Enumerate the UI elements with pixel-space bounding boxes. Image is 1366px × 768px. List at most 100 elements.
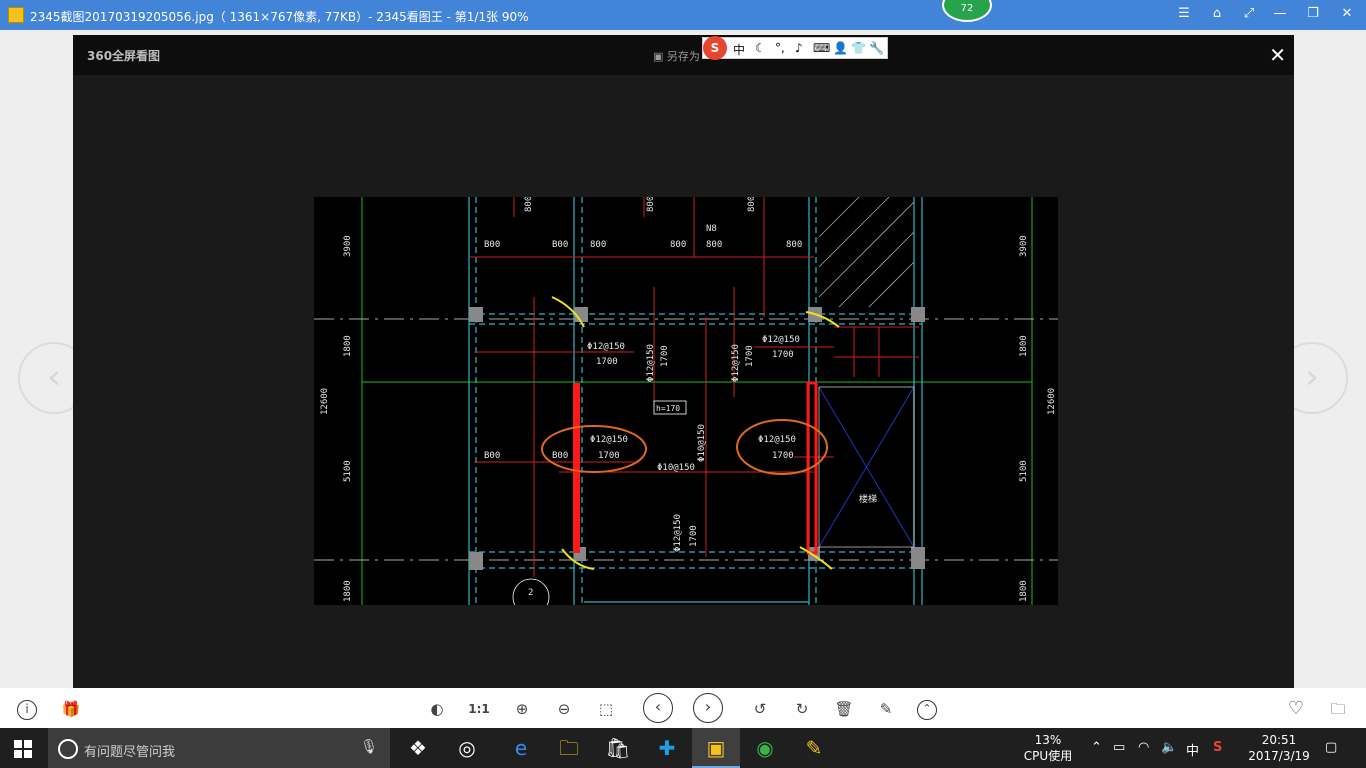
favorite-icon[interactable]: ♡ [1285,698,1307,720]
dim-right-1: 3900 [1019,235,1029,257]
rebar-v3: Φ10@150 [697,424,707,462]
viewer-toolbar: i 🎁 ◐ 1:1 ⊕ ⊖ ⬚ ‹ › ↺ ↻ 🗑 ✎ ⌃ ♡ 🗀 [0,688,1366,728]
top-label-2: 800 [646,197,656,212]
rebar-4-len: 1700 [772,451,794,461]
actual-size-button[interactable]: 1:1 [468,698,490,720]
fullscreen-button[interactable]: ⤢ [1239,6,1259,24]
prev-image-button[interactable]: ‹ [643,693,673,723]
save-as-label: 另存为 [666,50,700,63]
rebar-v2: Φ12@150 [731,344,741,382]
dim-right-4: 5100 [1019,460,1029,482]
rebar-2-len: 1700 [772,350,794,360]
close-button[interactable]: ✕ [1337,6,1357,24]
notes-app-icon[interactable]: ✎ [790,728,838,768]
edit-icon[interactable]: ✎ [875,698,897,720]
row-label-2: B00 [552,240,568,250]
battery-icon[interactable]: ▭ [1113,740,1125,755]
taskbar-search[interactable]: 有问题尽管问我 🎙 [48,728,390,768]
rotate-left-icon[interactable]: ↺ [749,698,771,720]
zoom-in-icon[interactable]: ⊕ [511,698,533,720]
ime-voice-icon[interactable]: ♪ [795,41,803,55]
top-label-3: 800 [747,197,757,212]
slab-thickness: h=170 [656,404,680,413]
teamviewer-icon[interactable]: ✚ [643,728,691,768]
row-label-3: 800 [590,240,606,250]
browser-swirl-icon[interactable]: ◎ [443,728,491,768]
microphone-icon[interactable]: 🎙 [360,739,378,755]
viewer-brand: 360全屏看图 [87,49,161,63]
row-label-4: 800 [670,240,686,250]
ime-tools-icon[interactable]: 🔧 [869,41,884,55]
more-up-button[interactable]: ⌃ [917,700,937,720]
cpu-percent: 13% [1034,733,1062,747]
dim-right-5: 1800 [1019,580,1029,602]
rebar-4: Φ12@150 [758,435,796,445]
rebar-v4: Φ12@150 [673,514,683,552]
ime-skin-icon[interactable]: 👕 [851,41,866,55]
dim-left-3: 12600 [320,388,330,415]
fit-screen-icon[interactable]: ⬚ [595,698,617,720]
volume-icon[interactable]: 🔈 [1161,740,1177,755]
rotate-right-icon[interactable]: ↻ [791,698,813,720]
rebar-v1: Φ12@150 [646,344,656,382]
green-app-icon[interactable]: ◉ [741,728,789,768]
ime-toolbar[interactable]: S 中 ☾ °, ♪ ⌨ 👤 👕 🔧 [702,36,888,60]
windows-start-icon[interactable] [14,740,32,758]
skin-button[interactable]: ⌂ [1207,6,1227,24]
axis-mark: 2 [528,588,533,598]
rebar-1: Φ12@150 [587,342,625,352]
wifi-icon[interactable]: ◠ [1138,740,1149,755]
task-view-icon[interactable]: ❖ [394,728,442,768]
delete-icon[interactable]: 🗑 [833,698,855,720]
menu-button[interactable]: ☰ [1174,6,1194,24]
image-viewer-app-icon[interactable]: ▣ [692,728,740,768]
ime-moon-icon[interactable]: ☾ [755,41,766,55]
rebar-mid: Φ10@150 [657,463,695,473]
info-button[interactable]: i [17,700,37,720]
open-folder-icon[interactable]: 🗀 [1327,698,1349,720]
ime-punct-icon[interactable]: °, [775,41,785,55]
sogou-logo-icon[interactable]: S [703,36,727,60]
store-icon[interactable]: 🛍 [594,728,642,768]
row-label-6: 800 [786,240,802,250]
restore-button[interactable]: ❐ [1303,6,1323,24]
dim-right-2: 1800 [1019,335,1029,357]
next-image-button[interactable]: › [693,693,723,723]
notification-icon[interactable]: ▢ [1325,740,1337,755]
minimize-button[interactable]: — [1270,6,1290,24]
rebar-v4-len: 1700 [689,525,699,547]
close-viewer-button[interactable]: ✕ [1269,43,1286,67]
edge-icon[interactable]: e [497,728,545,768]
dim-right-3: 12600 [1047,388,1057,415]
mouse-mode-icon[interactable]: ◐ [426,698,448,720]
zoom-out-icon[interactable]: ⊖ [553,698,575,720]
search-placeholder: 有问题尽管问我 [84,745,176,760]
rebar-1-len: 1700 [596,357,618,367]
input-mode-indicator[interactable]: 中 [1186,740,1199,759]
cpu-usage: 13% CPU使用 [1022,732,1074,764]
ime-keyboard-icon[interactable]: ⌨ [813,41,830,55]
rebar-3: Φ12@150 [590,435,628,445]
gift-icon[interactable]: 🎁 [60,698,82,720]
n8-label: N8 [706,224,717,234]
dim-left-1: 3900 [343,235,353,257]
clock-date: 2017/3/19 [1248,749,1310,763]
title-bar: 2345截图20170319205056.jpg（ 1361×767像素, 77… [0,0,1366,30]
save-as-button[interactable]: ▣ 另存为 [653,48,700,64]
ime-mode[interactable]: 中 [733,41,745,58]
rebar-v2-len: 1700 [745,345,755,367]
file-explorer-icon[interactable]: 🗀 [545,728,593,768]
viewer-header: 360全屏看图 ▣ 另存为 ✕ [73,35,1294,75]
window-title: 2345截图20170319205056.jpg（ 1361×767像素, 77… [30,10,529,24]
tray-expand-icon[interactable]: ⌃ [1091,740,1102,755]
score-badge[interactable]: 72 [942,0,992,22]
clock[interactable]: 20:51 2017/3/19 [1246,732,1312,764]
sogou-tray-icon[interactable]: S [1213,740,1222,755]
ime-user-icon[interactable]: 👤 [833,41,848,55]
cpu-label: CPU使用 [1023,749,1073,763]
dim-left-2: 1800 [343,335,353,357]
app-icon [8,7,24,23]
shaft-label: 楼梯 [859,493,877,505]
taskbar: 有问题尽管问我 🎙 ❖ ◎ e 🗀 🛍 ✚ ▣ ◉ ✎ 13% CPU使用 ⌃ … [0,728,1366,768]
rebar-2: Φ12@150 [762,335,800,345]
